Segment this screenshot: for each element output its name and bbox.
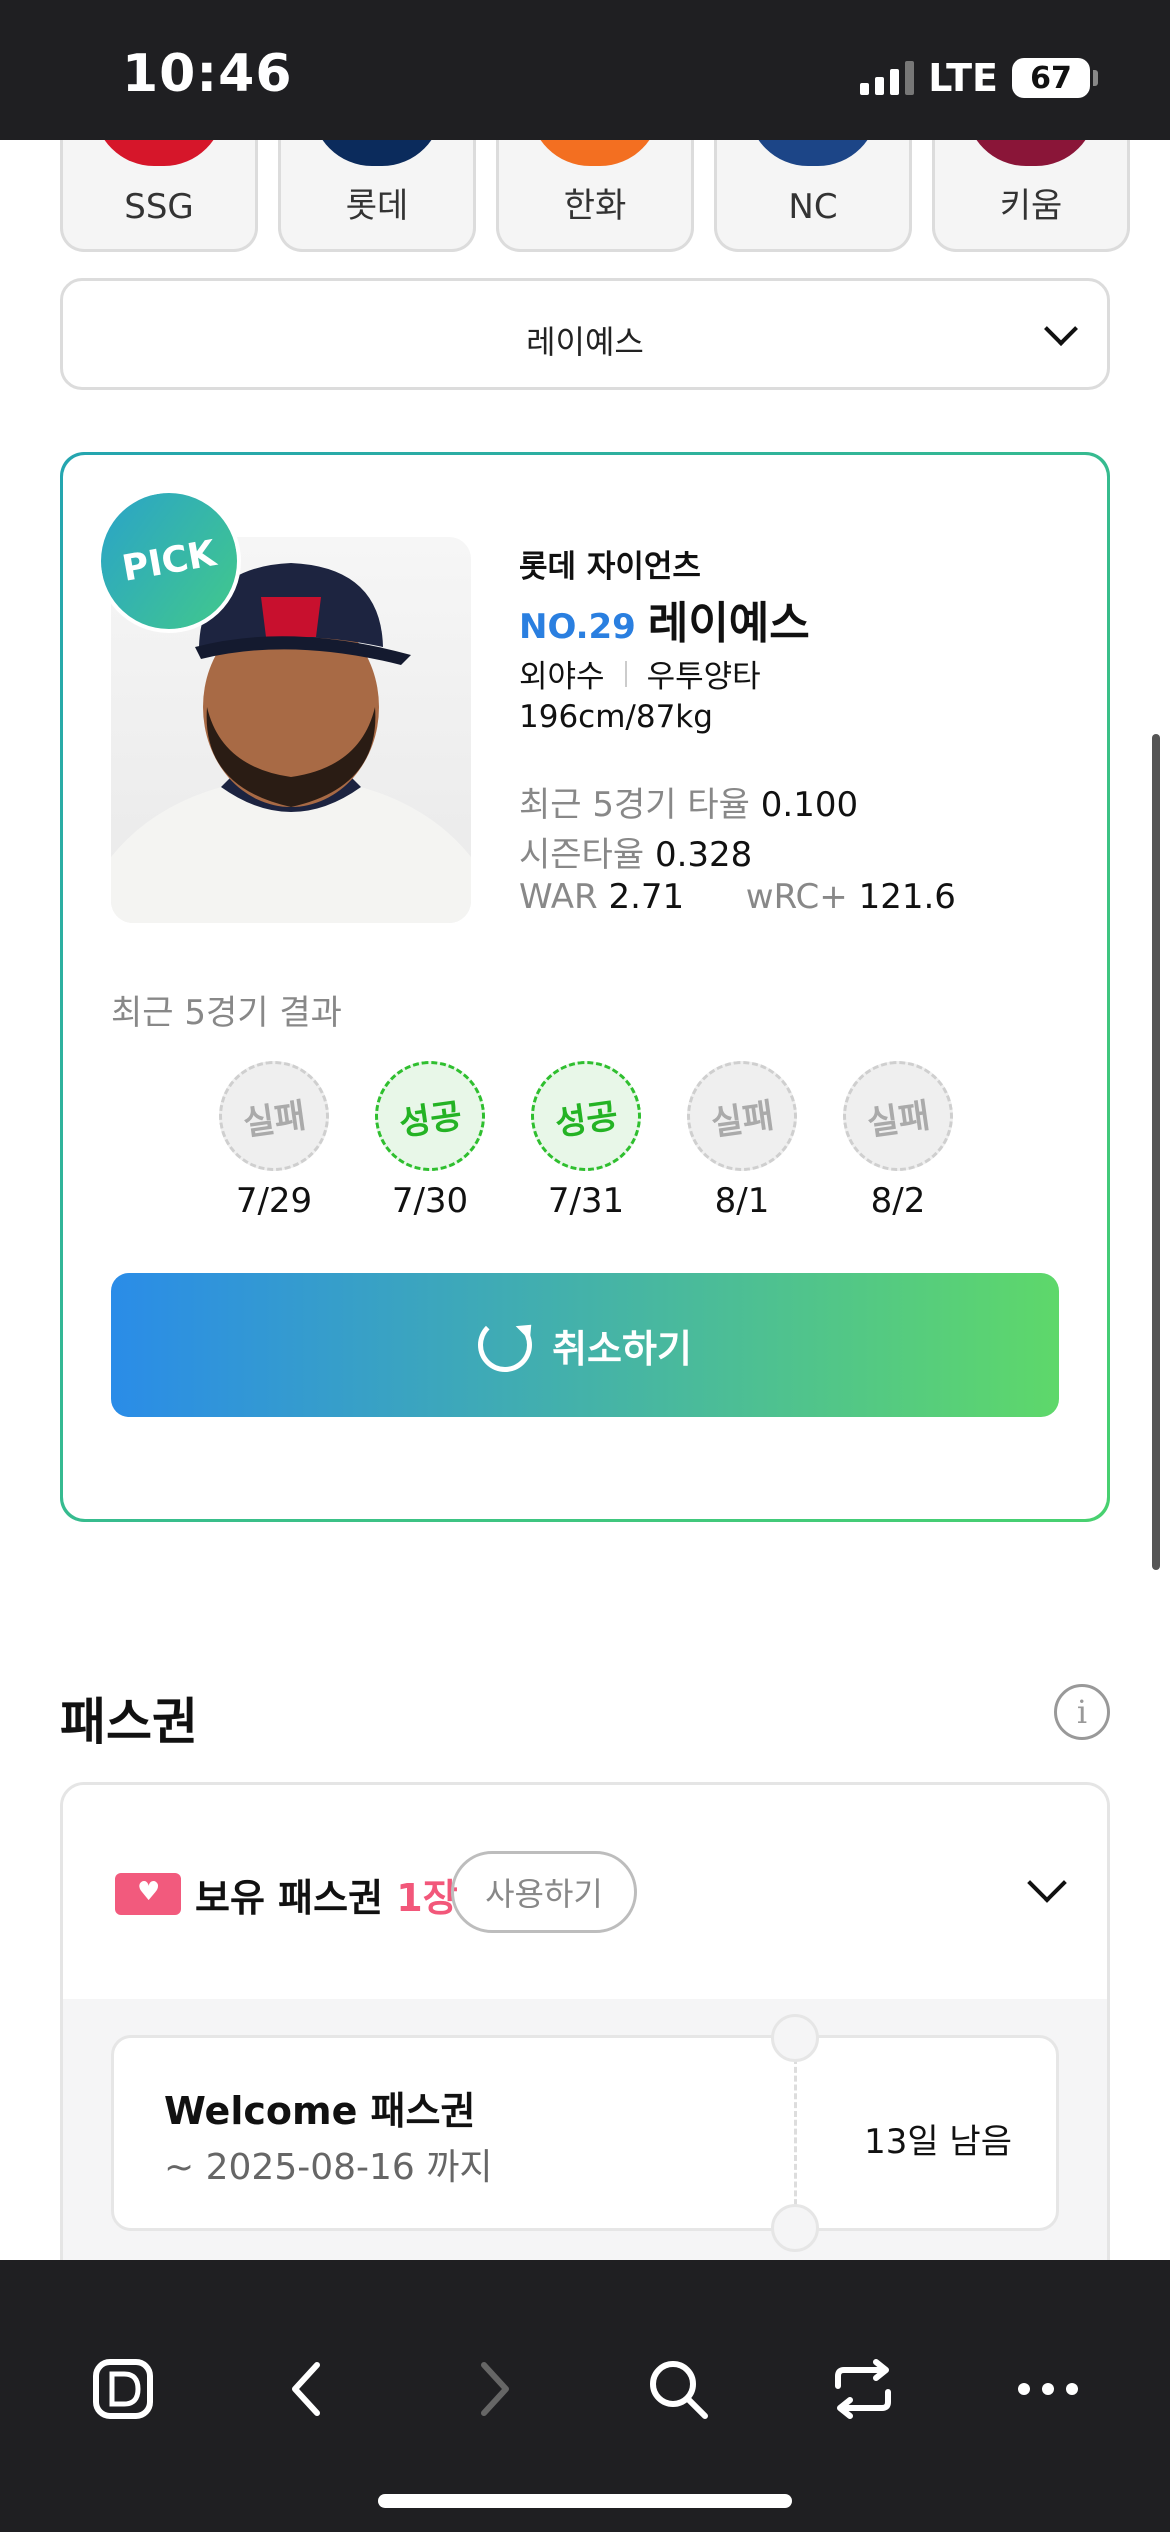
ticket-notch: [771, 2014, 819, 2062]
main-content: SSG 롯데 한화 NC 키움 레이예스 PICK 롯데 자이언츠 NO.29 …: [0, 140, 1170, 2260]
season-avg-row: 시즌타율 0.328: [519, 827, 752, 876]
player-select[interactable]: 레이예스: [60, 278, 1110, 390]
status-time: 10:46: [122, 44, 293, 104]
refresh-icon: [478, 1318, 533, 1372]
divider: [624, 660, 627, 687]
chevron-down-icon[interactable]: [1027, 1863, 1067, 1903]
pass-box: 보유 패스권 1장 사용하기 Welcome 패스권 ~ 2025-08-16 …: [60, 1782, 1110, 2260]
team-name: 롯데: [345, 186, 409, 226]
result-stamp-fail: 실패: [835, 1053, 961, 1179]
game-result: 실패 7/29: [211, 1053, 337, 1221]
toolbar-nav: [0, 2344, 1170, 2434]
cancel-button-label: 취소하기: [552, 1326, 692, 1371]
ticket-notch: [771, 2204, 819, 2252]
recent-avg-label: 최근 5경기 타율: [519, 785, 750, 825]
cancel-button[interactable]: 취소하기: [111, 1273, 1059, 1417]
result-stamp-success: 성공: [523, 1053, 649, 1179]
owned-pass-count: 1장: [396, 1876, 458, 1920]
battery-icon: 67: [1012, 58, 1098, 98]
game-date: 7/30: [391, 1181, 469, 1221]
game-result: 실패 8/2: [835, 1053, 961, 1221]
use-pass-button[interactable]: 사용하기: [451, 1851, 637, 1933]
wrc-label: wRC+: [745, 877, 848, 917]
season-avg-label: 시즌타율: [519, 835, 645, 875]
browser-toolbar: [0, 2260, 1170, 2532]
player-number: NO.29: [519, 607, 636, 647]
pass-title: 패스권: [60, 1693, 198, 1751]
pass-section: 패스권 i 보유 패스권 1장 사용하기 Welcome 패스권 ~ 2025-…: [0, 1614, 1170, 2260]
status-indicators: LTE 67: [860, 56, 1098, 100]
pass-header[interactable]: 보유 패스권 1장 사용하기: [63, 1785, 1107, 1999]
game-date: 8/2: [870, 1181, 926, 1221]
war-value: 2.71: [608, 877, 685, 917]
app-logo-icon[interactable]: [78, 2344, 168, 2434]
info-icon[interactable]: i: [1054, 1684, 1110, 1740]
team-tab-lotte[interactable]: 롯데: [278, 140, 476, 252]
team-name: NC: [788, 187, 838, 227]
recent-results: 실패 7/29 성공 7/30 성공 7/31 실패 8/1 실패 8/2: [211, 1053, 961, 1221]
recent-avg-value: 0.100: [760, 785, 859, 825]
team-name: 키움: [999, 186, 1063, 226]
scrollbar[interactable]: [1152, 734, 1160, 1570]
season-avg-value: 0.328: [654, 835, 753, 875]
nc-logo: [748, 140, 878, 166]
team-name: 한화: [563, 186, 627, 226]
game-result: 실패 8/1: [679, 1053, 805, 1221]
ticket-name: Welcome 패스권: [164, 2089, 476, 2133]
ssg-logo: [94, 140, 224, 166]
recent-avg-row: 최근 5경기 타율 0.100: [519, 777, 858, 826]
ticket-divider: [794, 2058, 797, 2214]
back-icon[interactable]: [263, 2344, 353, 2434]
wrc-value: 121.6: [858, 877, 956, 917]
pass-list: Welcome 패스권 ~ 2025-08-16 까지 13일 남음: [63, 1999, 1107, 2260]
game-date: 8/1: [714, 1181, 770, 1221]
more-icon[interactable]: [1003, 2344, 1093, 2434]
ticket-icon: [115, 1873, 181, 1915]
player-body: 196cm/87kg: [519, 699, 713, 735]
result-stamp-fail: 실패: [211, 1053, 337, 1179]
player-card: PICK 롯데 자이언츠 NO.29 레이예스 외야수 우투양타 196cm/8…: [60, 452, 1110, 1522]
kiwoom-logo: [966, 140, 1096, 166]
ticket-remaining: 13일 남음: [864, 2122, 1012, 2162]
player-section: SSG 롯데 한화 NC 키움 레이예스 PICK 롯데 자이언츠 NO.29 …: [0, 140, 1170, 1720]
player-position-row: 외야수 우투양타: [519, 651, 761, 696]
game-date: 7/31: [547, 1181, 625, 1221]
signal-icon: [860, 61, 915, 95]
home-indicator[interactable]: [378, 2494, 792, 2508]
ticket-expiry: ~ 2025-08-16 까지: [164, 2147, 493, 2188]
share-icon[interactable]: [818, 2344, 908, 2434]
team-tab-hanwha[interactable]: 한화: [496, 140, 694, 252]
battery-level: 67: [1030, 60, 1072, 96]
game-result: 성공 7/30: [367, 1053, 493, 1221]
recent-results-label: 최근 5경기 결과: [111, 993, 342, 1033]
war-label: WAR: [519, 877, 598, 917]
team-list: SSG 롯데 한화 NC 키움: [60, 140, 1130, 252]
result-stamp-fail: 실패: [679, 1053, 805, 1179]
player-name: 레이예스: [647, 598, 810, 649]
team-tab-ssg[interactable]: SSG: [60, 140, 258, 252]
advanced-stats-row: WAR 2.71 wRC+ 121.6: [519, 877, 956, 917]
owned-pass-label: 보유 패스권 1장: [195, 1867, 458, 1922]
game-result: 성공 7/31: [523, 1053, 649, 1221]
player-bats: 우투양타: [646, 659, 761, 695]
result-stamp-success: 성공: [367, 1053, 493, 1179]
hanwha-logo: [530, 140, 660, 166]
network-label: LTE: [928, 56, 998, 100]
search-icon[interactable]: [633, 2344, 723, 2434]
player-team: 롯데 자이언츠: [519, 549, 701, 585]
owned-pass-text: 보유 패스권: [195, 1876, 384, 1920]
player-position: 외야수: [519, 659, 605, 695]
forward-icon[interactable]: [448, 2344, 538, 2434]
player-name-row: NO.29 레이예스: [519, 587, 810, 651]
game-date: 7/29: [235, 1181, 313, 1221]
status-bar: 10:46 LTE 67: [0, 0, 1170, 140]
player-select-value: 레이예스: [526, 323, 644, 361]
lotte-logo: [312, 140, 442, 166]
team-tab-nc[interactable]: NC: [714, 140, 912, 252]
team-name: SSG: [124, 187, 194, 227]
pass-ticket[interactable]: Welcome 패스권 ~ 2025-08-16 까지 13일 남음: [111, 2014, 1059, 2252]
team-tab-kiwoom[interactable]: 키움: [932, 140, 1130, 252]
